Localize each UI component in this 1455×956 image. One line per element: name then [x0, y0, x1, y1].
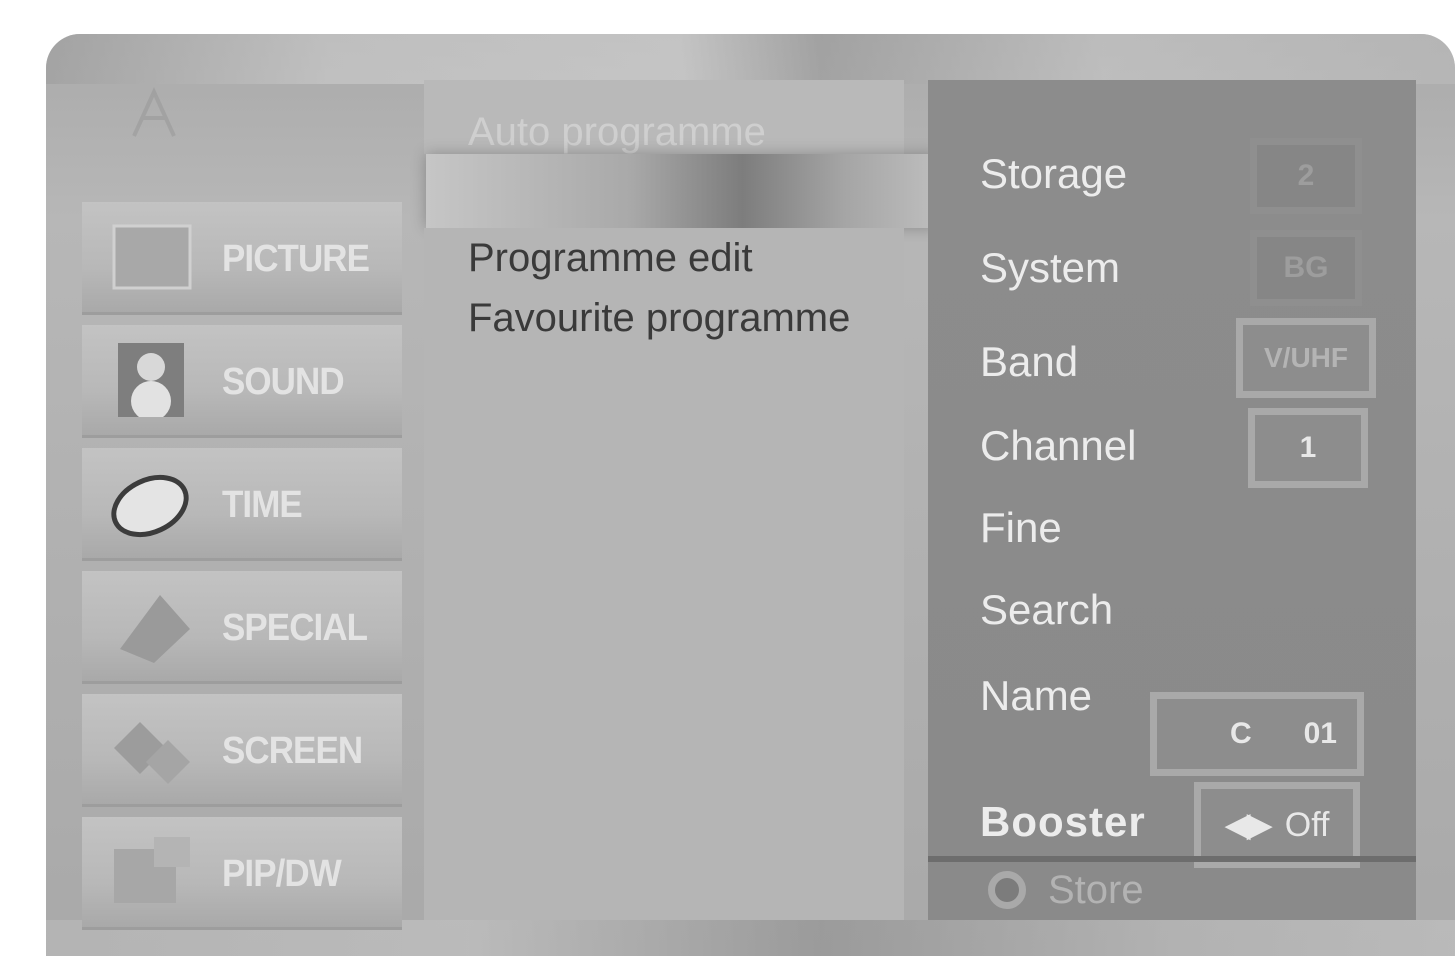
- menu-selection-highlight: [426, 154, 936, 228]
- store-label: Store: [1048, 867, 1144, 912]
- system-value[interactable]: BG: [1250, 230, 1362, 306]
- special-icon: [120, 595, 190, 663]
- menu-item-auto-programme[interactable]: Auto programme: [424, 80, 904, 154]
- fine-label[interactable]: Fine: [980, 504, 1062, 552]
- channel-label: Channel: [980, 422, 1137, 469]
- sidebar-item-sound[interactable]: SOUND: [82, 325, 402, 438]
- storage-value[interactable]: 2: [1250, 138, 1362, 214]
- sidebar-item-label: TIME: [222, 484, 303, 526]
- osd-menu-frame: PICTURE SOUND TIME SPECIAL SCREEN PIP/DW…: [46, 34, 1455, 956]
- sidebar-item-screen[interactable]: SCREEN: [82, 694, 402, 807]
- name-value-number: 01: [1303, 717, 1337, 750]
- brand-logo-icon: [132, 87, 176, 137]
- sidebar-item-time[interactable]: TIME: [82, 448, 402, 561]
- sidebar-item-special[interactable]: SPECIAL: [82, 571, 402, 684]
- search-label[interactable]: Search: [980, 586, 1113, 634]
- booster-label: Booster: [980, 798, 1146, 845]
- pip-icon: [114, 837, 190, 903]
- menu-item-favourite-programme[interactable]: Favourite programme: [468, 296, 850, 341]
- sidebar-item-pip-dw[interactable]: PIP/DW: [82, 817, 402, 930]
- sidebar-item-label: PICTURE: [222, 238, 370, 280]
- name-value[interactable]: C 01: [1150, 692, 1364, 776]
- left-right-arrows-icon: ◀▶: [1224, 806, 1272, 844]
- screen-icon: [114, 722, 190, 784]
- name-value-prefix: C: [1229, 717, 1252, 750]
- storage-label: Storage: [980, 150, 1128, 197]
- picture-icon: [112, 224, 192, 290]
- main-menu-sidebar: PICTURE SOUND TIME SPECIAL SCREEN PIP/DW: [82, 202, 402, 940]
- sidebar-item-label: PIP/DW: [222, 853, 342, 895]
- sidebar-item-picture[interactable]: PICTURE: [82, 202, 402, 315]
- programme-submenu: Programme edit Favourite programme: [424, 228, 904, 920]
- name-label: Name: [980, 672, 1093, 719]
- sound-icon: [118, 343, 184, 417]
- band-label: Band: [980, 338, 1079, 385]
- ok-button-icon: [988, 871, 1026, 909]
- menu-item-label: Auto programme: [468, 110, 766, 154]
- manual-programme-panel: Storage 2 System BG Band V/UHF Channel 1…: [928, 80, 1416, 920]
- sidebar-item-label: SPECIAL: [222, 607, 368, 649]
- sidebar-item-label: SOUND: [222, 361, 345, 403]
- system-label: System: [980, 244, 1121, 291]
- menu-item-programme-edit[interactable]: Programme edit: [468, 236, 753, 281]
- sidebar-item-label: SCREEN: [222, 730, 363, 772]
- time-icon: [111, 474, 189, 538]
- booster-value-text: Off: [1284, 805, 1330, 844]
- channel-value[interactable]: 1: [1248, 408, 1368, 488]
- store-hint[interactable]: Store: [988, 860, 1144, 920]
- band-value[interactable]: V/UHF: [1236, 318, 1376, 398]
